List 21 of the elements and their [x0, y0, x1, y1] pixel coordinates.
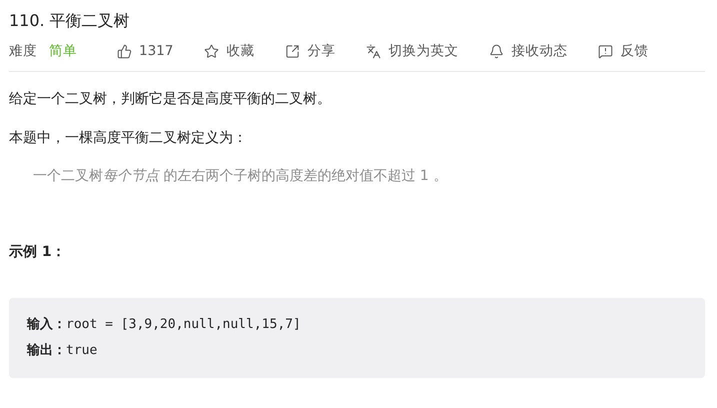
description-paragraph: 本题中，一棵高度平衡二叉树定义为： [9, 129, 248, 148]
thumbs-up-icon [117, 44, 132, 58]
like-button[interactable]: 1317 [117, 43, 174, 59]
star-icon [204, 44, 220, 58]
difficulty-value: 简单 [49, 42, 77, 60]
feedback-button[interactable]: 反馈 [598, 42, 648, 60]
bell-icon [489, 44, 504, 58]
code-line: 输入：root = [3,9,20,null,null,15,7] [27, 316, 302, 334]
translate-button[interactable]: 切换为英文 [366, 42, 458, 60]
description-paragraph: 给定一个二叉树，判断它是否是高度平衡的二叉树。 [9, 90, 332, 109]
difficulty-label: 难度 [9, 42, 37, 60]
share-icon [285, 44, 300, 58]
example-heading: 示例 1： [9, 243, 67, 261]
star-button[interactable]: 收藏 [204, 42, 254, 60]
problem-title: 110. 平衡二叉树 [9, 10, 131, 32]
bell-button[interactable]: 接收动态 [489, 42, 568, 60]
code-line: 输出：true [27, 342, 98, 360]
share-button[interactable]: 分享 [285, 42, 336, 60]
quote-text: 一个二叉树每个节点 的左右两个子树的高度差的绝对值不超过 1 。 [32, 167, 448, 186]
message-icon [598, 44, 614, 58]
translate-icon [366, 44, 382, 58]
